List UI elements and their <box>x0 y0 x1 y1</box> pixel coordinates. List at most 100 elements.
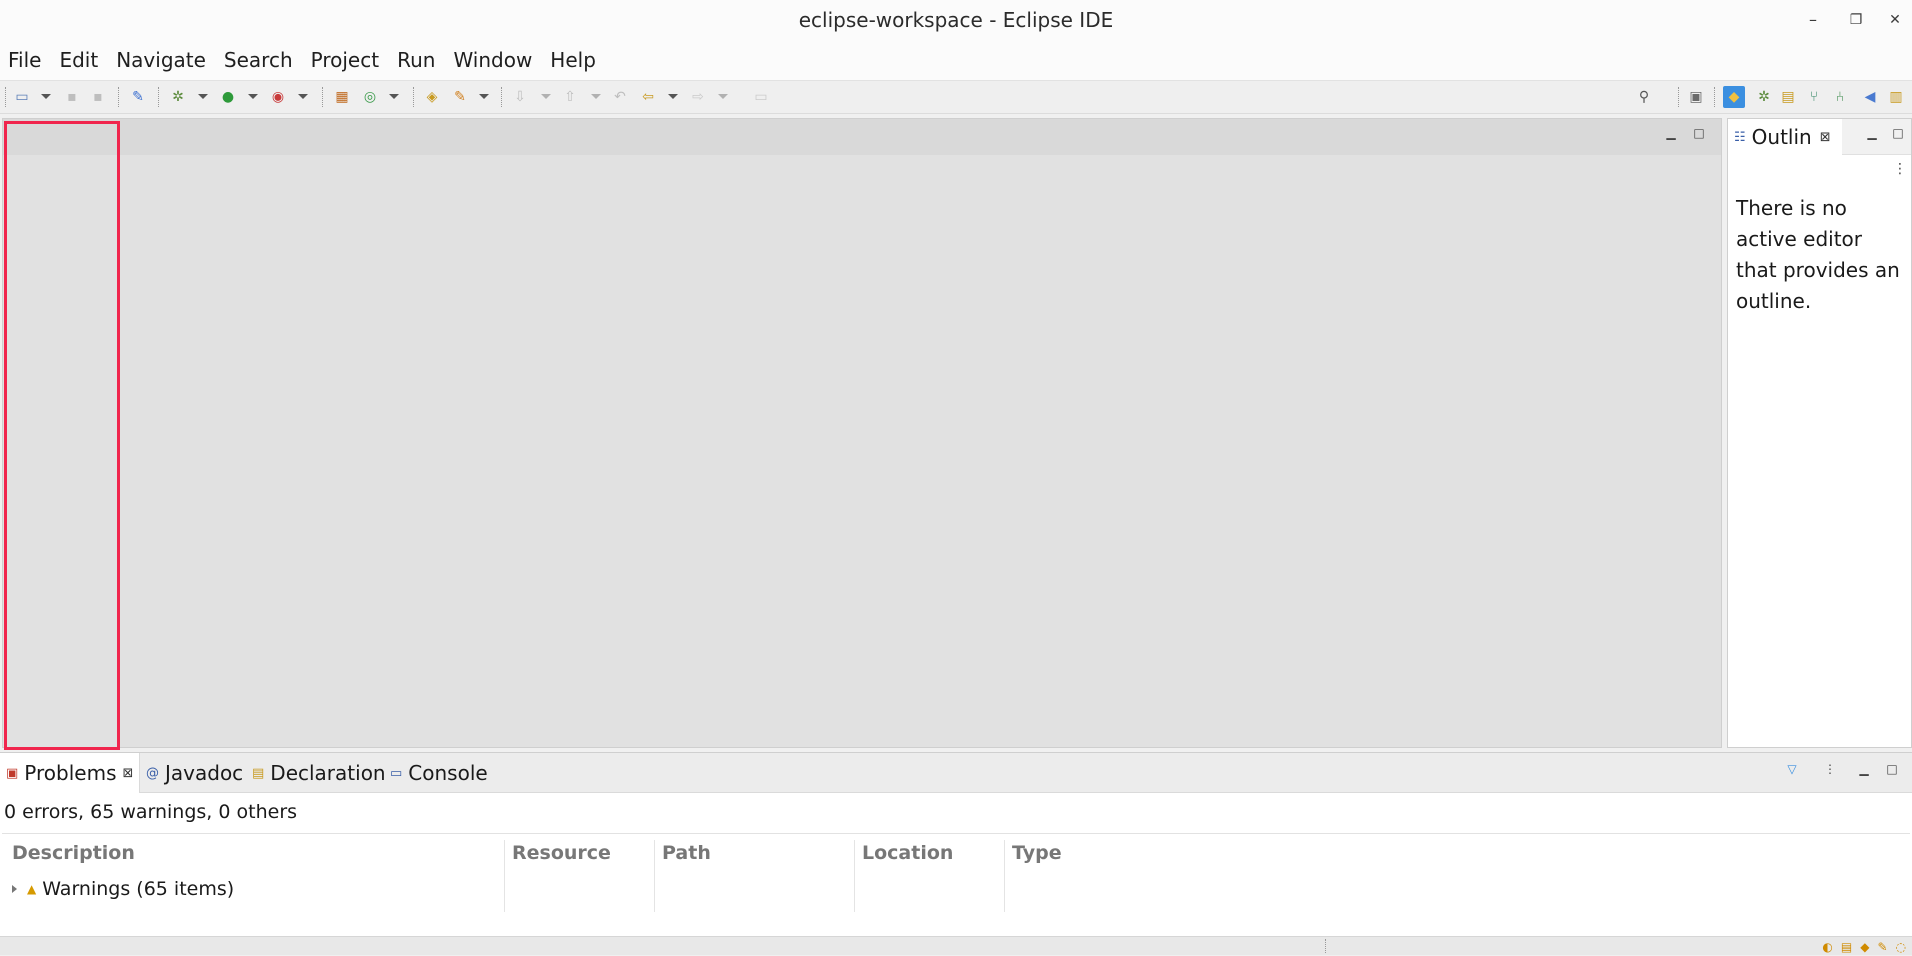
prev-annotation-dropdown-icon[interactable] <box>591 94 601 99</box>
run-dropdown-icon[interactable] <box>248 94 258 99</box>
last-edit-icon[interactable]: ↶ <box>612 89 628 105</box>
forward-dropdown-icon[interactable] <box>718 94 728 99</box>
status-icon[interactable]: ◆ <box>1860 940 1869 954</box>
menu-file[interactable]: File <box>6 46 43 74</box>
minimize-panel-icon[interactable]: ▁ <box>1856 761 1872 777</box>
problems-icon: ▣ <box>6 765 19 781</box>
maximize-outline-icon[interactable]: □ <box>1890 125 1906 141</box>
resource-perspective-icon[interactable]: ◀ <box>1862 89 1878 105</box>
title-bar: eclipse-workspace - Eclipse IDE – ❐ ✕ <box>0 0 1912 40</box>
outline-icon: ☷ <box>1734 129 1746 145</box>
pin-editor-icon[interactable]: ▭ <box>753 89 769 105</box>
coverage-dropdown-icon[interactable] <box>298 94 308 99</box>
column-path[interactable]: Path <box>654 834 854 872</box>
highlight-box <box>4 121 120 750</box>
new-package-icon[interactable]: ▦ <box>334 89 350 105</box>
problems-table: Description Resource Path Location Type … <box>2 833 1910 934</box>
warning-icon: ▲ <box>27 882 37 896</box>
main-toolbar: ▭ ▪ ▪ ✎ ✲ ● ◉ ▦ ◎ ◈ ✎ ⇩ ⇧ ↶ ⇦ ⇨ ▭ ⚲ ▣ ◆ … <box>0 80 1912 114</box>
menu-edit[interactable]: Edit <box>57 46 100 74</box>
toolbar-separator <box>413 87 415 107</box>
minimize-editor-icon[interactable]: ▁ <box>1663 125 1679 141</box>
menu-help[interactable]: Help <box>548 46 598 74</box>
console-icon: ▭ <box>390 765 403 781</box>
maximize-editor-icon[interactable]: □ <box>1691 125 1707 141</box>
toolbar-separator <box>5 87 7 107</box>
status-icon[interactable]: ◌ <box>1896 940 1906 954</box>
git-perspective-icon[interactable]: ⑂ <box>1806 89 1822 105</box>
toolbar-separator <box>1714 87 1716 107</box>
java-perspective-icon[interactable]: ◆ <box>1723 86 1745 108</box>
menu-navigate[interactable]: Navigate <box>114 46 208 74</box>
filter-icon[interactable]: ▽ <box>1784 761 1800 777</box>
tab-problems[interactable]: ▣ Problems ⊠ <box>0 753 140 793</box>
close-tab-icon[interactable]: ⊠ <box>1820 130 1831 145</box>
column-resource[interactable]: Resource <box>504 834 654 872</box>
toolbar-separator <box>118 87 120 107</box>
tab-console[interactable]: ▭ Console <box>390 753 490 793</box>
tab-javadoc-label: Javadoc <box>165 761 244 785</box>
debug-dropdown-icon[interactable] <box>198 94 208 99</box>
other-perspective-icon[interactable]: ▥ <box>1888 89 1904 105</box>
back-dropdown-icon[interactable] <box>668 94 678 99</box>
column-location[interactable]: Location <box>854 834 1004 872</box>
minimize-button[interactable]: – <box>1792 0 1834 40</box>
expand-icon[interactable] <box>12 885 17 893</box>
outline-tab-label: Outlin <box>1751 125 1812 149</box>
menu-project[interactable]: Project <box>309 46 381 74</box>
next-annotation-icon[interactable]: ⇩ <box>512 89 528 105</box>
team-perspective-icon[interactable]: ⑃ <box>1832 89 1848 105</box>
view-menu-icon[interactable]: ⋮ <box>1822 761 1838 777</box>
tab-console-label: Console <box>408 761 488 785</box>
table-row[interactable]: ▲ Warnings (65 items) <box>12 874 234 904</box>
restore-button[interactable]: ❐ <box>1835 0 1877 40</box>
close-button[interactable]: ✕ <box>1878 0 1912 40</box>
prev-annotation-icon[interactable]: ⇧ <box>562 89 578 105</box>
minimize-outline-icon[interactable]: ▁ <box>1864 125 1880 141</box>
row-description: Warnings (65 items) <box>42 878 235 900</box>
view-menu-icon[interactable]: ⋮ <box>1892 161 1908 177</box>
pin-icon[interactable]: ✎ <box>130 89 146 105</box>
menu-bar: File Edit Navigate Search Project Run Wi… <box>0 40 1912 80</box>
search-icon[interactable]: ⚲ <box>1636 89 1652 105</box>
status-icon[interactable]: ✎ <box>1877 940 1887 954</box>
problems-panel: ▣ Problems ⊠ @ Javadoc ▤ Declaration ▭ C… <box>0 752 1912 936</box>
editor-area[interactable]: ▁ □ <box>2 118 1722 748</box>
next-annotation-dropdown-icon[interactable] <box>541 94 551 99</box>
save-icon[interactable]: ▪ <box>64 89 80 105</box>
debug-icon[interactable]: ✲ <box>170 89 186 105</box>
maximize-panel-icon[interactable]: □ <box>1884 761 1900 777</box>
column-type[interactable]: Type <box>1004 834 1204 872</box>
back-icon[interactable]: ⇦ <box>640 89 656 105</box>
search-tool-dropdown-icon[interactable] <box>479 94 489 99</box>
save-all-icon[interactable]: ▪ <box>90 89 106 105</box>
debug-perspective-icon[interactable]: ✲ <box>1756 89 1772 105</box>
menu-search[interactable]: Search <box>222 46 295 74</box>
run-icon[interactable]: ● <box>220 89 236 105</box>
close-tab-icon[interactable]: ⊠ <box>122 766 133 781</box>
tab-problems-label: Problems <box>24 761 117 785</box>
menu-window[interactable]: Window <box>451 46 534 74</box>
outline-message: There is no active editor that provides … <box>1736 196 1900 313</box>
new-class-dropdown-icon[interactable] <box>389 94 399 99</box>
menu-run[interactable]: Run <box>395 46 437 74</box>
coverage-icon[interactable]: ◉ <box>270 89 286 105</box>
forward-icon[interactable]: ⇨ <box>690 89 706 105</box>
open-perspective-icon[interactable]: ▣ <box>1688 89 1704 105</box>
status-icon[interactable]: ◐ <box>1822 940 1832 954</box>
window-title: eclipse-workspace - Eclipse IDE <box>798 8 1114 32</box>
new-dropdown-icon[interactable] <box>41 94 51 99</box>
new-class-icon[interactable]: ◎ <box>362 89 378 105</box>
status-icon[interactable]: ▤ <box>1841 940 1852 954</box>
search-tool-icon[interactable]: ✎ <box>452 89 468 105</box>
toolbar-separator <box>158 87 160 107</box>
tab-declaration[interactable]: ▤ Declaration <box>252 753 386 793</box>
tab-javadoc[interactable]: @ Javadoc <box>146 753 246 793</box>
column-description[interactable]: Description <box>4 834 504 872</box>
javadoc-icon: @ <box>146 765 159 781</box>
tab-outline[interactable]: ☷ Outlin ⊠ <box>1728 119 1842 155</box>
open-type-icon[interactable]: ◈ <box>424 89 440 105</box>
toolbar-separator <box>1678 87 1680 107</box>
java-ee-perspective-icon[interactable]: ▤ <box>1780 89 1796 105</box>
new-icon[interactable]: ▭ <box>14 89 30 105</box>
